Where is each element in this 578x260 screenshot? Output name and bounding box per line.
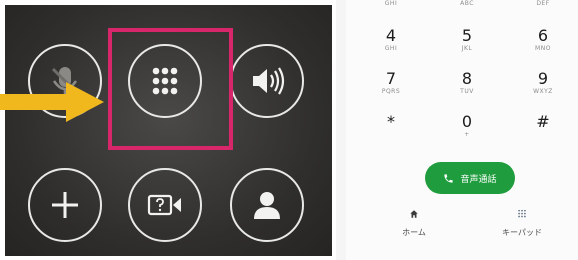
nav-home[interactable]: ホーム [374,206,454,246]
dial-key-0[interactable]: 0 + [434,106,500,146]
nav-keypad[interactable]: キーパッド [482,206,562,246]
key-letters: PQRS [381,88,401,95]
dial-key-8[interactable]: 8 TUV [434,63,500,103]
key-digit: 7 [385,69,397,88]
speaker-icon [253,67,285,95]
dial-key-4[interactable]: 4 GHI [358,20,424,60]
key-letters: TUV [460,88,474,95]
voice-call-label: 音声通話 [460,174,497,185]
key-letters: MNO [535,45,551,52]
key-digit: 9 [537,69,549,88]
phone-icon [444,173,454,183]
key-digit: 6 [537,26,549,45]
pointer-arrow-icon [0,82,104,122]
keypad-highlight-box [108,28,233,150]
dial-key-hash[interactable]: # [510,106,576,146]
top-row-letters: DEF [536,0,550,7]
top-row-letters: GHI [384,0,398,7]
plus-icon [52,192,78,218]
key-digit: # [536,112,550,131]
key-letters: WXYZ [533,88,553,95]
key-letters: + [464,131,470,138]
key-letters: GHI [384,45,398,52]
dial-key-6[interactable]: 6 MNO [510,20,576,60]
speaker-button[interactable] [230,44,304,118]
key-digit: 0 [461,112,473,131]
key-digit: * [387,112,395,131]
dial-key-star[interactable]: * [358,106,424,146]
voice-call-button[interactable]: 音声通話 [425,162,515,194]
nav-keypad-label: キーパッド [502,228,542,237]
home-icon [410,210,418,218]
dial-key-7[interactable]: 7 PQRS [358,63,424,103]
person-icon [254,192,280,219]
key-digit: 5 [461,26,473,45]
dialer-screen: GHI ABC DEF 4 GHI 5 JKL 6 MNO 7 PQRS 8 T… [346,0,578,260]
top-row-letters: ABC [460,0,474,7]
add-call-button[interactable] [28,168,102,242]
in-call-photo [0,0,336,260]
video-camera-icon [147,194,181,216]
keypad-icon [518,209,526,218]
key-digit: 4 [385,26,397,45]
contacts-button[interactable] [230,168,304,242]
key-letters: JKL [461,45,473,52]
video-call-button[interactable] [128,168,202,242]
key-digit: 8 [461,69,473,88]
dial-key-9[interactable]: 9 WXYZ [510,63,576,103]
nav-home-label: ホーム [402,228,426,237]
dial-key-5[interactable]: 5 JKL [434,20,500,60]
